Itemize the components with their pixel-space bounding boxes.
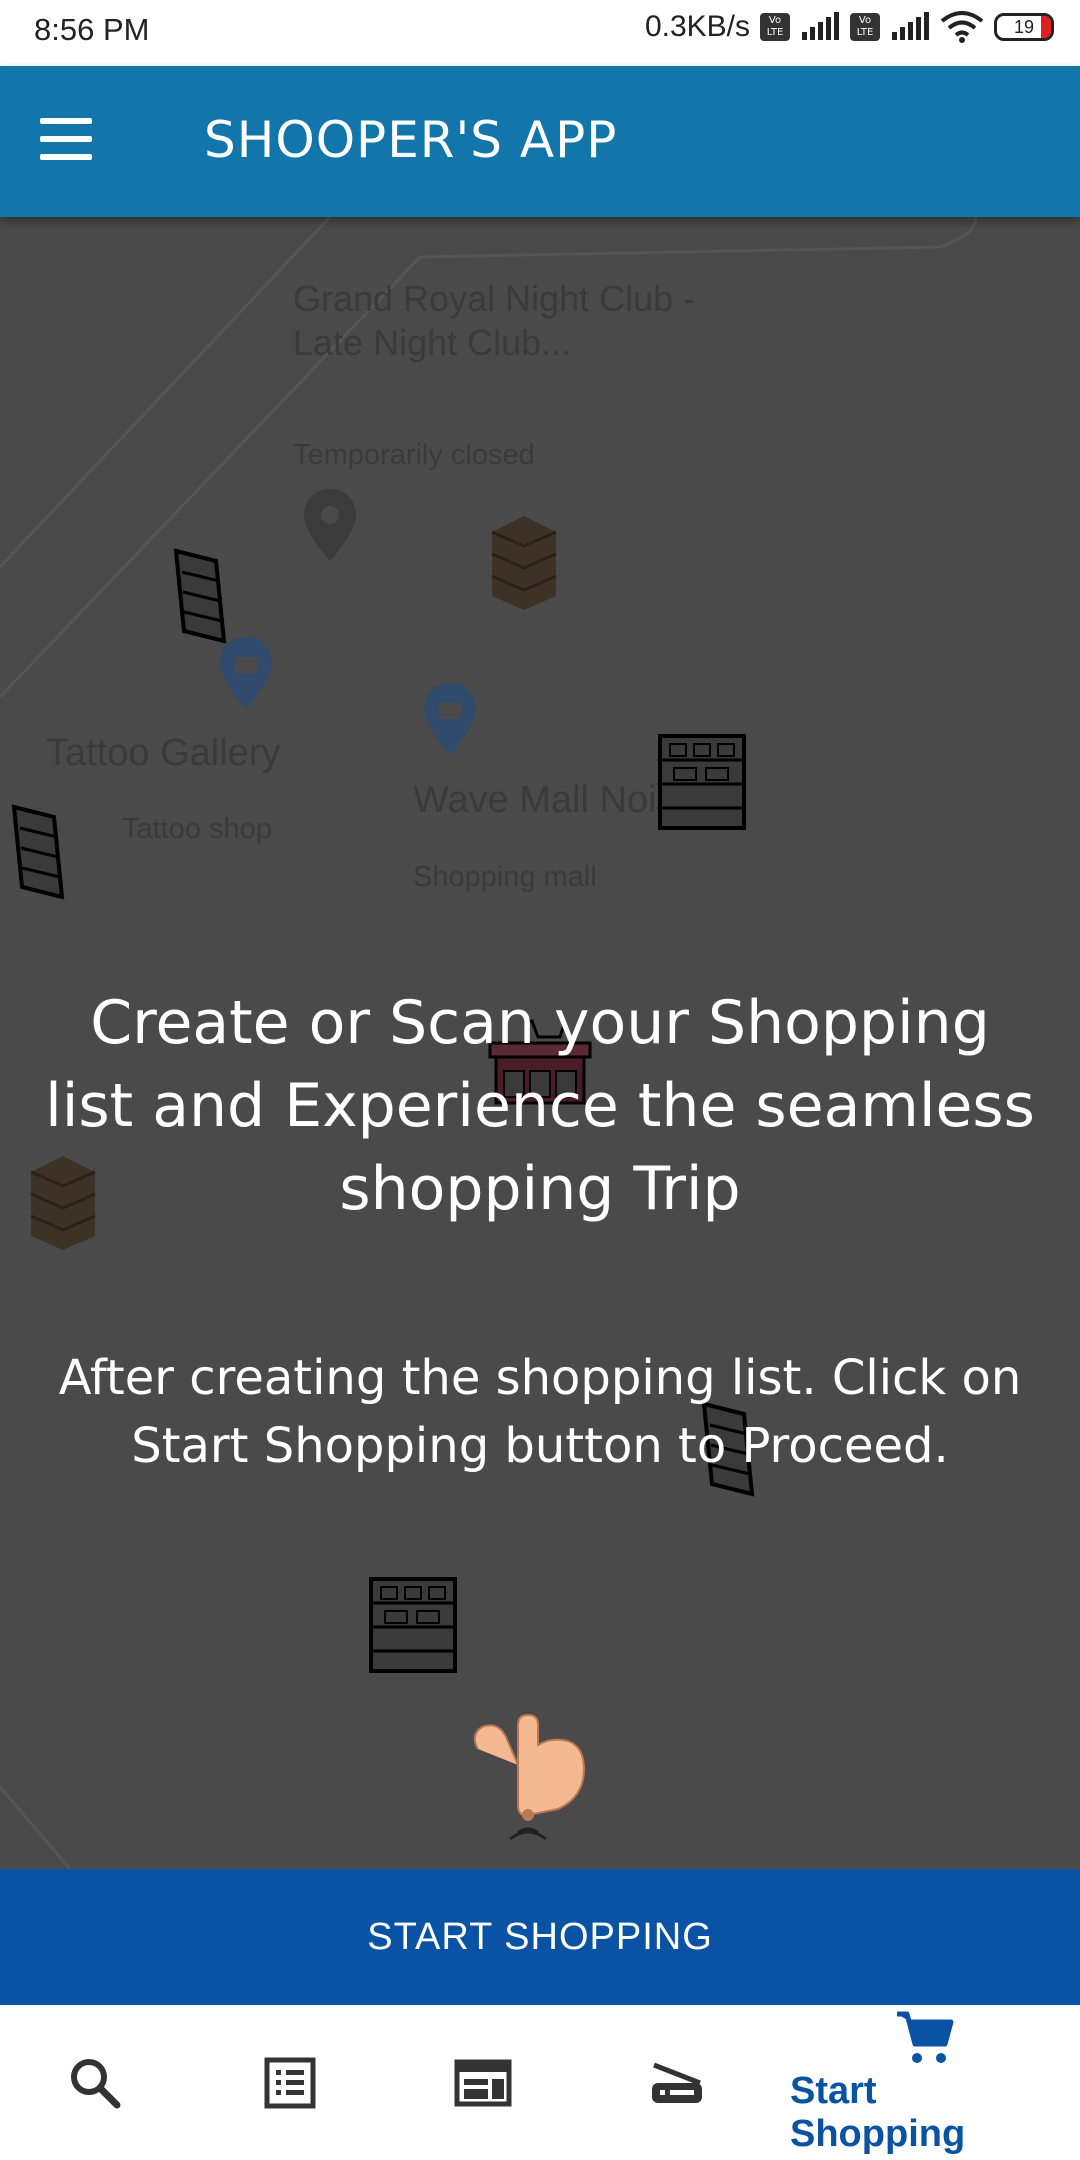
nav-item-scanner[interactable] — [612, 2005, 742, 2160]
shelf-icon — [173, 548, 227, 644]
scanner-icon — [652, 2062, 702, 2103]
battery-level: 19 — [1013, 17, 1035, 37]
status-indicators: 0.3KB/s Vo LTE Vo LTE 19 — [645, 10, 1054, 44]
nav-label-start-shopping: Start Shopping — [790, 2069, 966, 2155]
wifi-icon — [940, 11, 984, 43]
place-name: Wave Mall Noi — [413, 779, 657, 821]
place-name: Tattoo Gallery — [46, 732, 281, 774]
place-pin-icon[interactable] — [302, 487, 358, 563]
shelf-icon — [369, 1577, 457, 1673]
network-speed: 0.3KB/s — [644, 10, 750, 43]
battery-icon: 19 — [994, 13, 1054, 41]
place-detail: Tattoo shop — [122, 813, 272, 845]
cart-icon — [897, 2011, 954, 2063]
nav-item-search[interactable] — [30, 2005, 160, 2160]
nav-item-start-shopping[interactable]: Start Shopping — [790, 2005, 1060, 2160]
list-icon — [264, 2057, 316, 2108]
place-name: Grand Royal Night Club - Late Night Club… — [293, 278, 696, 363]
volte-icon-2: Vo LTE — [850, 13, 880, 41]
stacked-goods-icon — [491, 516, 557, 610]
bottom-navigation: Start Shopping — [0, 2005, 1080, 2160]
shopping-bag-pin-icon[interactable] — [218, 635, 274, 711]
shelf-icon — [658, 734, 746, 830]
hamburger-menu-icon[interactable] — [40, 118, 92, 162]
signal-icon — [802, 12, 839, 40]
place-detail: Temporarily closed — [293, 439, 535, 471]
signal-icon-2 — [892, 12, 929, 40]
app-title: SHOOPER'S APP — [204, 111, 618, 169]
status-bar: 8:56 PM 0.3KB/s Vo LTE Vo LTE 19 — [0, 0, 1080, 66]
place-detail: Shopping mall — [413, 861, 597, 893]
shelf-icon — [11, 804, 65, 900]
tap-hand-icon — [473, 1713, 586, 1841]
status-time: 8:56 PM — [34, 12, 150, 47]
onboarding-subtitle: After creating the shopping list. Click … — [58, 1350, 1022, 1474]
browser-window-icon — [454, 2059, 512, 2106]
nav-item-list[interactable] — [225, 2005, 355, 2160]
map-view[interactable]: Grand Royal Night Club - Late Night Club… — [0, 217, 1080, 1869]
start-shopping-button[interactable]: START SHOPPING — [0, 1869, 1080, 2005]
volte-icon: Vo LTE — [760, 13, 790, 41]
app-bar: SHOOPER'S APP — [0, 66, 1080, 217]
search-icon — [71, 2058, 121, 2108]
onboarding-title: Create or Scan your Shopping list and Ex… — [45, 988, 1035, 1224]
shopping-bag-pin-icon[interactable] — [422, 681, 478, 757]
nav-item-browser[interactable] — [418, 2005, 548, 2160]
